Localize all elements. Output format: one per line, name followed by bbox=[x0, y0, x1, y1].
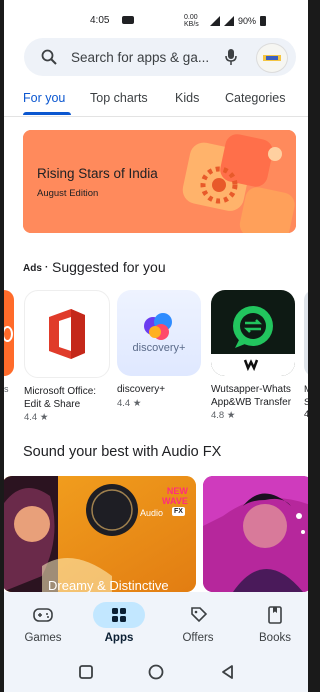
ads-label: Ads bbox=[23, 263, 42, 274]
partial-app-icon[interactable] bbox=[4, 290, 14, 376]
status-time: 4:05 bbox=[90, 15, 110, 26]
app-rating: 4.4 ★ bbox=[24, 412, 49, 423]
book-icon bbox=[268, 606, 282, 624]
system-navigation-bar bbox=[4, 654, 308, 692]
audio-fx-title: Sound your best with Audio FX bbox=[23, 444, 222, 460]
tab-kids[interactable]: Kids bbox=[175, 91, 199, 105]
fx-label: FX bbox=[172, 507, 185, 516]
battery-text: 90% bbox=[238, 16, 257, 26]
nav-offers-pill bbox=[172, 602, 224, 628]
app-name: discovery+ bbox=[117, 384, 166, 395]
recents-icon[interactable] bbox=[79, 665, 93, 679]
suggested-title: Suggested for you bbox=[52, 259, 166, 275]
play-store-screen: 4:05 0.00 KB/s 90% Search for apps & ga.… bbox=[4, 0, 308, 692]
signal-icon bbox=[210, 16, 220, 26]
app-rating: 4.8 ★ bbox=[211, 410, 236, 421]
nav-books-label: Books bbox=[259, 632, 291, 644]
app-name: Wutsapper-Whats App&WB Transfer bbox=[211, 384, 292, 408]
apps-grid-icon bbox=[112, 608, 126, 622]
net-speed: 0.00 KB/s bbox=[184, 14, 199, 28]
microphone-icon[interactable] bbox=[224, 48, 238, 66]
status-bar: 4:05 0.00 KB/s 90% bbox=[4, 0, 308, 38]
app-card-discovery[interactable]: discovery+ discovery+ 4.4 ★ bbox=[117, 290, 209, 409]
nav-offers-label: Offers bbox=[182, 632, 214, 644]
tabs-divider bbox=[4, 116, 308, 117]
nav-games[interactable]: Games bbox=[8, 592, 78, 644]
new-wave-badge: NEW WAVE bbox=[162, 486, 188, 506]
app-name: Microsoft Office: Edit & Share bbox=[24, 386, 97, 410]
audio-label: Audio bbox=[140, 508, 164, 518]
audio-fx-card-2[interactable] bbox=[203, 476, 308, 592]
microsoft-office-icon bbox=[24, 290, 110, 378]
active-tab-indicator bbox=[23, 112, 71, 115]
search-input[interactable]: Search for apps & ga... bbox=[71, 50, 233, 65]
back-icon[interactable] bbox=[222, 665, 233, 679]
partial-app-icon-right[interactable] bbox=[304, 290, 308, 376]
audio-fx-card[interactable]: NEW WAVE Audio FX Dreamy & Distinctive bbox=[4, 476, 196, 592]
app-card-wutsapper[interactable]: Wutsapper-Whats App&WB Transfer 4.8 ★ bbox=[211, 290, 303, 421]
signal-icon-2 bbox=[224, 16, 234, 26]
nav-offers[interactable]: Offers bbox=[163, 592, 233, 644]
account-avatar[interactable] bbox=[256, 43, 288, 73]
banner-art bbox=[23, 130, 296, 233]
dot-separator: · bbox=[45, 262, 49, 273]
badge-line1: NEW bbox=[166, 486, 188, 496]
banner-subtitle: August Edition bbox=[37, 188, 99, 199]
top-tabs: For you Top charts Kids Categories bbox=[4, 88, 308, 116]
status-icons: 0.00 KB/s 90% bbox=[184, 14, 267, 28]
search-icon bbox=[41, 49, 57, 65]
battery-icon bbox=[260, 16, 267, 26]
partial-app-text: s bbox=[4, 384, 9, 394]
nav-games-label: Games bbox=[24, 632, 62, 644]
discovery-plus-icon: discovery+ bbox=[117, 290, 201, 376]
avatar-logo-icon bbox=[263, 55, 281, 61]
banner-title: Rising Stars of India bbox=[37, 166, 158, 181]
suggested-apps-row: s Microsoft Office: Edit & Share 4.4 ★ d… bbox=[4, 290, 308, 430]
tab-top-charts[interactable]: Top charts bbox=[90, 91, 148, 105]
audio-fx-caption: Dreamy & Distinctive bbox=[48, 578, 169, 592]
tab-categories[interactable]: Categories bbox=[225, 91, 285, 105]
nav-apps[interactable]: Apps bbox=[84, 592, 154, 644]
app-card-office[interactable]: Microsoft Office: Edit & Share 4.4 ★ bbox=[24, 290, 116, 423]
nav-games-pill bbox=[17, 602, 69, 628]
bottom-navigation: Games Apps Offers Books bbox=[4, 592, 308, 654]
wutsapper-icon bbox=[211, 290, 295, 376]
nav-apps-label: Apps bbox=[104, 632, 134, 644]
partial-app-text-right: MS4 bbox=[304, 384, 308, 420]
gamepad-icon bbox=[33, 608, 53, 622]
discovery-icon-text: discovery+ bbox=[132, 342, 186, 354]
nav-apps-pill bbox=[93, 602, 145, 628]
tag-icon bbox=[191, 607, 208, 623]
nav-books-pill bbox=[249, 602, 301, 628]
featured-banner[interactable]: Rising Stars of India August Edition bbox=[23, 130, 296, 233]
search-bar[interactable]: Search for apps & ga... bbox=[24, 38, 296, 76]
badge-line2: WAVE bbox=[162, 496, 188, 506]
home-icon[interactable] bbox=[148, 664, 164, 680]
notification-icon bbox=[122, 16, 134, 24]
app-rating: 4.4 ★ bbox=[117, 397, 142, 409]
nav-books[interactable]: Books bbox=[240, 592, 308, 644]
audio-fx-art-2 bbox=[203, 476, 308, 592]
tab-for-you[interactable]: For you bbox=[23, 91, 65, 105]
